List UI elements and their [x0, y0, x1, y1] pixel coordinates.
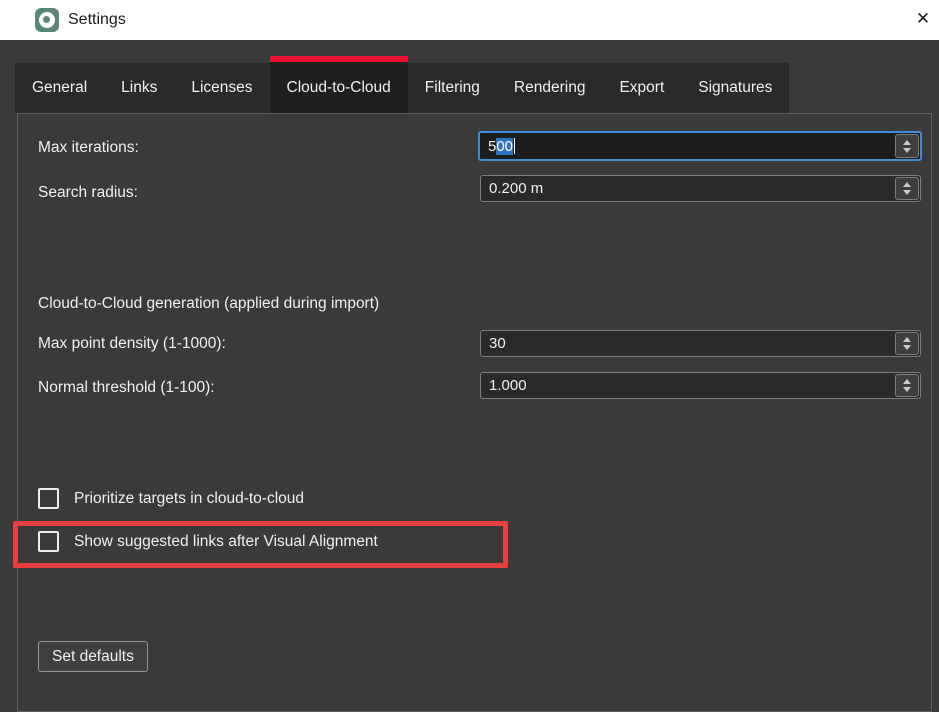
spin-down-icon[interactable]: [903, 345, 911, 350]
window-title: Settings: [68, 0, 126, 40]
spin-down-icon[interactable]: [903, 190, 911, 195]
tab-general[interactable]: General: [15, 63, 104, 113]
generation-section-header: Cloud-to-Cloud generation (applied durin…: [38, 295, 379, 313]
show-suggested-links-checkbox[interactable]: [38, 531, 59, 552]
spin-down-icon[interactable]: [903, 148, 911, 153]
spin-down-icon[interactable]: [903, 387, 911, 392]
prioritize-targets-row: Prioritize targets in cloud-to-cloud: [38, 488, 304, 509]
show-suggested-links-label: Show suggested links after Visual Alignm…: [74, 533, 378, 551]
max-point-density-value[interactable]: 30: [481, 331, 894, 356]
settings-tab-bar: General Links Licenses Cloud-to-Cloud Fi…: [15, 56, 789, 113]
show-suggested-links-row: Show suggested links after Visual Alignm…: [38, 531, 378, 552]
settings-dialog: Settings ✕ General Links Licenses Cloud-…: [0, 0, 939, 712]
max-point-density-spinner[interactable]: [895, 332, 919, 355]
close-icon[interactable]: ✕: [908, 4, 938, 34]
search-radius-spinner[interactable]: [895, 177, 919, 200]
tab-rendering[interactable]: Rendering: [497, 63, 603, 113]
search-radius-label: Search radius:: [38, 184, 138, 202]
normal-threshold-label: Normal threshold (1-100):: [38, 379, 215, 397]
max-iterations-label: Max iterations:: [38, 139, 139, 157]
tab-cloud-to-cloud[interactable]: Cloud-to-Cloud: [270, 56, 408, 113]
set-defaults-button[interactable]: Set defaults: [38, 641, 148, 672]
tab-links[interactable]: Links: [104, 63, 174, 113]
spin-up-icon[interactable]: [903, 337, 911, 342]
cloud-to-cloud-pane: Max iterations: 500 Search radius: 0.200…: [17, 113, 932, 712]
max-iterations-spinner[interactable]: [895, 134, 919, 158]
prioritize-targets-checkbox[interactable]: [38, 488, 59, 509]
prioritize-targets-label: Prioritize targets in cloud-to-cloud: [74, 490, 304, 508]
normal-threshold-spinbox[interactable]: 1.000: [480, 372, 921, 399]
max-point-density-spinbox[interactable]: 30: [480, 330, 921, 357]
app-logo-icon: [35, 8, 59, 32]
text-caret: [514, 138, 515, 154]
search-radius-value[interactable]: 0.200 m: [481, 176, 894, 201]
max-iterations-spinbox[interactable]: 500: [478, 131, 922, 161]
selected-text: 00: [496, 138, 513, 155]
app-logo-ring: [39, 12, 55, 28]
title-bar: Settings ✕: [0, 0, 939, 40]
spin-up-icon[interactable]: [903, 379, 911, 384]
spin-up-icon[interactable]: [903, 140, 911, 145]
normal-threshold-value[interactable]: 1.000: [481, 373, 894, 398]
app-logo-dot: [43, 16, 50, 23]
tab-export[interactable]: Export: [602, 63, 681, 113]
tab-filtering[interactable]: Filtering: [408, 63, 497, 113]
search-radius-spinbox[interactable]: 0.200 m: [480, 175, 921, 202]
tab-signatures[interactable]: Signatures: [681, 63, 789, 113]
max-iterations-value[interactable]: 500: [480, 133, 894, 159]
max-point-density-label: Max point density (1-1000):: [38, 335, 226, 353]
spin-up-icon[interactable]: [903, 182, 911, 187]
tab-licenses[interactable]: Licenses: [174, 63, 269, 113]
normal-threshold-spinner[interactable]: [895, 374, 919, 397]
